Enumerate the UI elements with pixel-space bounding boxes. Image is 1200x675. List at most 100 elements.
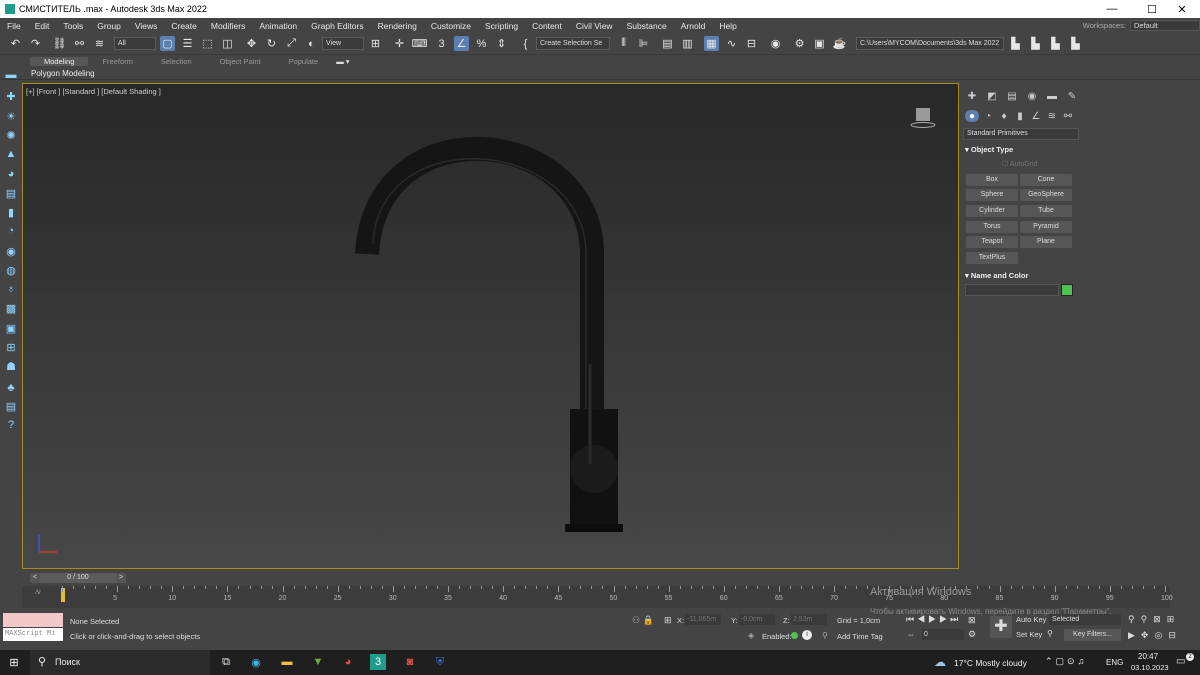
y-field[interactable]: -0,0cm: [739, 614, 775, 625]
time-tag-icon[interactable]: ⚲: [822, 631, 828, 640]
menu-graph-editors[interactable]: Graph Editors: [304, 21, 370, 31]
close-button[interactable]: ✕: [1164, 0, 1200, 18]
z-field[interactable]: 2,53m: [791, 614, 827, 625]
task-view-icon[interactable]: ⧉: [218, 654, 234, 670]
adaptive-degradation-icon[interactable]: ◈: [748, 631, 754, 640]
populate-icon[interactable]: ♣: [3, 380, 19, 396]
key-mode-icon[interactable]: ⚲: [1047, 629, 1053, 638]
create-tab-icon[interactable]: ✚: [965, 90, 979, 102]
light-icon[interactable]: ☀: [3, 108, 19, 124]
menu-views[interactable]: Views: [128, 21, 165, 31]
viewport-nav-bottom[interactable]: ▶✥◎⊟: [1128, 630, 1182, 641]
edge-icon[interactable]: ◉: [248, 654, 264, 670]
angle-snap-icon[interactable]: ∠: [454, 36, 469, 51]
auto-key-button[interactable]: Auto Key: [1016, 615, 1046, 624]
box-button[interactable]: Box: [966, 174, 1018, 186]
select-by-name-icon[interactable]: ☰: [180, 36, 195, 51]
set-key-big-icon[interactable]: ✚: [990, 616, 1012, 638]
textplus-button[interactable]: TextPlus: [966, 252, 1018, 264]
tab-freeform[interactable]: Freeform: [88, 57, 146, 66]
curve-editor-icon[interactable]: ∿: [724, 36, 739, 51]
toggle-scene-explorer-icon[interactable]: ▤: [660, 36, 675, 51]
schematic-view-icon[interactable]: ⊟: [744, 36, 759, 51]
render-setup-icon[interactable]: ⚙: [792, 36, 807, 51]
menu-create[interactable]: Create: [164, 21, 204, 31]
time-config-icon[interactable]: ⇔: [907, 630, 915, 639]
toggle-ribbon-icon[interactable]: ▦: [704, 36, 719, 51]
bind-spacewarp-icon[interactable]: ≋: [92, 36, 107, 51]
layer-icon[interactable]: ▤: [3, 398, 19, 414]
plane-button[interactable]: Plane: [1020, 236, 1072, 248]
undo-icon[interactable]: ↶: [8, 36, 23, 51]
viewcube[interactable]: [910, 106, 936, 128]
frame-counter[interactable]: 0 / 100: [40, 573, 116, 583]
select-object-icon[interactable]: ▢: [160, 36, 175, 51]
cameras-icon[interactable]: ▮: [1013, 110, 1027, 122]
clock-time[interactable]: 20:47: [1138, 652, 1158, 661]
category-dropdown[interactable]: Standard Primitives: [963, 128, 1079, 140]
save-icon[interactable]: ▙: [1028, 36, 1043, 51]
menu-animation[interactable]: Animation: [252, 21, 304, 31]
mirror-icon[interactable]: ⫴: [616, 36, 631, 51]
current-frame-field[interactable]: 0: [922, 629, 964, 640]
render-icon[interactable]: ▣: [3, 320, 19, 336]
tube-button[interactable]: Tube: [1020, 205, 1072, 217]
menu-modifiers[interactable]: Modifiers: [204, 21, 252, 31]
move-icon[interactable]: ✥: [244, 36, 259, 51]
autogrid-checkbox[interactable]: ☐ AutoGrid: [1002, 160, 1037, 168]
time-slider[interactable]: < 0 / 100 >: [22, 572, 1200, 584]
menu-file[interactable]: File: [0, 21, 28, 31]
isolate-icon[interactable]: ⚇ 🔒: [632, 615, 654, 626]
ref-coord-dropdown[interactable]: View: [322, 37, 364, 50]
menu-content[interactable]: Content: [525, 21, 569, 31]
sphere-icon[interactable]: ◉: [3, 243, 19, 259]
help-icon[interactable]: ?: [3, 417, 19, 433]
tab-populate[interactable]: Populate: [275, 57, 333, 66]
menu-tools[interactable]: Tools: [56, 21, 90, 31]
cone-icon[interactable]: ▲: [3, 146, 19, 162]
hierarchy-tab-icon[interactable]: ▤: [1005, 90, 1019, 102]
rendered-frame-icon[interactable]: ▣: [812, 36, 827, 51]
create-icon[interactable]: ✚: [3, 88, 19, 104]
render-production-icon[interactable]: ☕: [832, 36, 847, 51]
pyramid-button[interactable]: Pyramid: [1020, 221, 1072, 233]
key-set-dropdown[interactable]: Selected: [1049, 614, 1121, 625]
3dsmax-icon[interactable]: 3: [370, 654, 386, 670]
selection-filter-dropdown[interactable]: All: [114, 37, 156, 50]
camera-icon[interactable]: ▮: [3, 204, 19, 220]
bulb-icon[interactable]: ♁: [3, 281, 19, 297]
display-tab-icon[interactable]: ▬: [1045, 90, 1059, 102]
cone-button[interactable]: Cone: [1020, 174, 1072, 186]
snap-toggle-icon[interactable]: 3: [434, 36, 449, 51]
zoom-time-icon[interactable]: ⊠: [968, 615, 976, 626]
menu-edit[interactable]: Edit: [28, 21, 57, 31]
rect-selection-icon[interactable]: ⬚: [200, 36, 215, 51]
taskbar-search[interactable]: ⚲ Поиск: [30, 650, 210, 675]
name-color-rollout[interactable]: ▾ Name and Color: [965, 271, 1077, 282]
edit-named-sets-icon[interactable]: {: [518, 36, 533, 51]
link-icon[interactable]: ⛓: [52, 36, 67, 51]
toggle-layer-explorer-icon[interactable]: ▥: [680, 36, 695, 51]
tab-object-paint[interactable]: Object Paint: [206, 57, 275, 66]
workspaces-dropdown[interactable]: Default: [1130, 20, 1200, 31]
chrome-icon[interactable]: ◕: [340, 654, 356, 670]
open-folder-icon[interactable]: ▙: [1008, 36, 1023, 51]
percent-snap-icon[interactable]: %: [474, 36, 489, 51]
x-field[interactable]: -11,065m: [685, 614, 721, 625]
tab-modeling[interactable]: Modeling: [30, 57, 89, 66]
add-time-tag[interactable]: Add Time Tag: [837, 632, 883, 641]
language-indicator[interactable]: ENG: [1106, 658, 1123, 667]
next-frame-icon[interactable]: >: [116, 573, 126, 583]
dish-icon[interactable]: ☗: [3, 358, 19, 374]
shapes-icon[interactable]: ◔: [981, 110, 995, 122]
minimize-button[interactable]: —: [1094, 0, 1130, 18]
viewport-nav-top[interactable]: ⚲⚲⊠⊞: [1128, 614, 1180, 625]
material-editor-icon[interactable]: ◉: [768, 36, 783, 51]
grid-icon[interactable]: ▤: [3, 185, 19, 201]
project-path-dropdown[interactable]: C:\Users\MYCOM\Documents\3ds Max 2022: [856, 37, 1004, 50]
menu-customize[interactable]: Customize: [424, 21, 478, 31]
file-explorer-icon[interactable]: ▬: [279, 654, 295, 670]
menu-civil-view[interactable]: Civil View: [569, 21, 620, 31]
utilities-tab-icon[interactable]: ✎: [1065, 90, 1079, 102]
prev-frame-icon[interactable]: <: [30, 573, 40, 583]
